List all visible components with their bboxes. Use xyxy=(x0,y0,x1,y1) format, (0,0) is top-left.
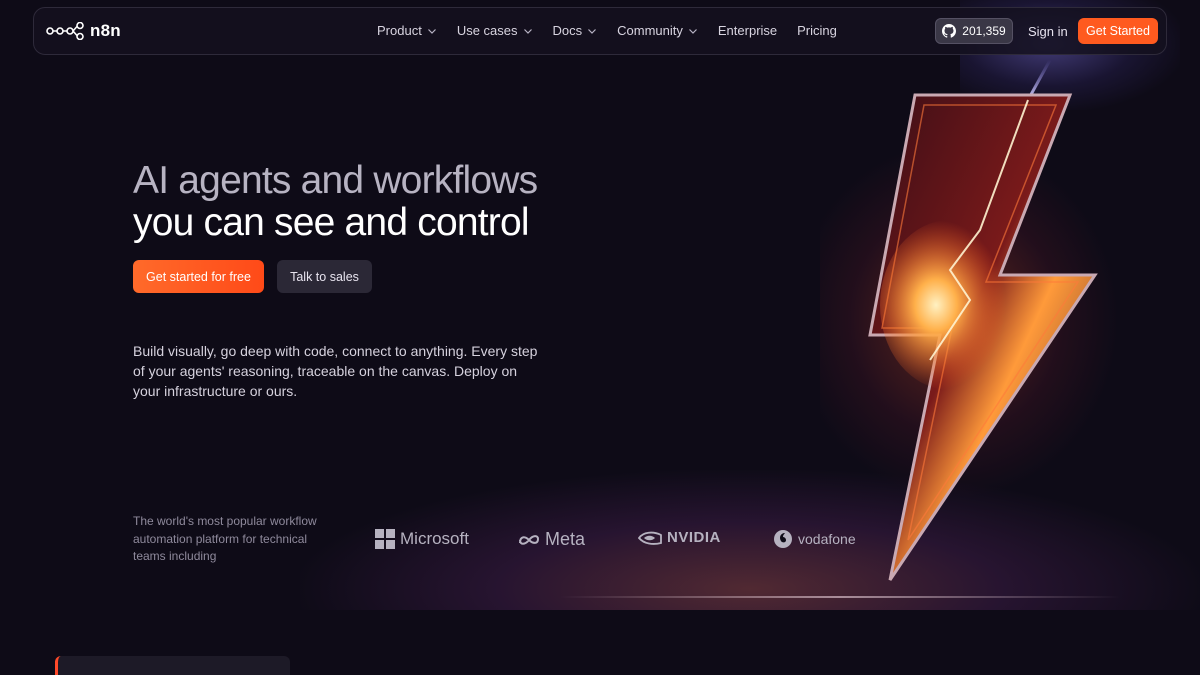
github-stars-count: 201,359 xyxy=(962,24,1006,38)
meta-wordmark: Meta xyxy=(545,529,586,549)
vodafone-wordmark: vodafone xyxy=(798,531,856,547)
vodafone-logo: vodafone xyxy=(773,529,856,549)
chevron-down-icon xyxy=(523,28,532,34)
nvidia-eye-icon xyxy=(638,531,662,545)
brand-name: n8n xyxy=(90,21,121,40)
top-nav: n8n Product Use cases Docs Community Ent… xyxy=(33,7,1167,55)
floor-line xyxy=(560,596,1120,598)
nvidia-logo: NVIDIA xyxy=(638,529,721,546)
meta-logo: Meta xyxy=(518,529,585,550)
microsoft-wordmark: Microsoft xyxy=(400,529,469,548)
hero-headline: AI agents and workflows you can see and … xyxy=(133,160,693,244)
nav-item-label: Docs xyxy=(552,23,583,38)
nav-item-label: Community xyxy=(617,23,683,38)
nav-item-use-cases[interactable]: Use cases xyxy=(457,23,533,38)
nav-item-docs[interactable]: Docs xyxy=(553,23,598,38)
github-stars-button[interactable]: 201,359 xyxy=(935,18,1013,44)
trust-statement: The world's most popular workflow automa… xyxy=(133,514,317,563)
nav-item-label: Product xyxy=(377,23,422,38)
nav-item-community[interactable]: Community xyxy=(617,23,698,38)
headline-line-1: AI agents and workflows xyxy=(133,159,538,202)
talk-to-sales-button[interactable]: Talk to sales xyxy=(277,260,372,293)
get-started-button[interactable]: Get Started xyxy=(1078,18,1158,44)
microsoft-icon xyxy=(375,529,395,549)
chevron-down-icon xyxy=(427,28,436,34)
microsoft-logo: Microsoft xyxy=(375,529,469,549)
hero-subcopy: Build visually, go deep with code, conne… xyxy=(133,343,538,399)
meta-infinity-icon xyxy=(519,534,540,545)
nav-item-label: Pricing xyxy=(797,23,837,38)
vodafone-icon xyxy=(774,530,792,548)
sign-in-link[interactable]: Sign in xyxy=(1028,24,1068,39)
github-icon xyxy=(942,24,957,38)
headline-line-2: you can see and control xyxy=(133,201,530,244)
nav-item-label: Use cases xyxy=(456,23,518,38)
nav-links: Product Use cases Docs Community Enterpr… xyxy=(377,23,857,38)
lightning-bolt-illustration xyxy=(868,60,1098,581)
get-started-free-button[interactable]: Get started for free xyxy=(133,260,264,293)
next-section-card xyxy=(55,656,290,675)
nav-item-enterprise[interactable]: Enterprise xyxy=(718,23,777,38)
nvidia-wordmark: NVIDIA xyxy=(667,529,721,546)
chevron-down-icon xyxy=(688,28,697,34)
n8n-logo-icon xyxy=(46,22,84,40)
n8n-logo[interactable]: n8n xyxy=(46,21,121,41)
chevron-down-icon xyxy=(588,28,597,34)
nav-item-pricing[interactable]: Pricing xyxy=(797,23,837,38)
nav-item-label: Enterprise xyxy=(717,23,778,38)
nav-item-product[interactable]: Product xyxy=(377,23,437,38)
